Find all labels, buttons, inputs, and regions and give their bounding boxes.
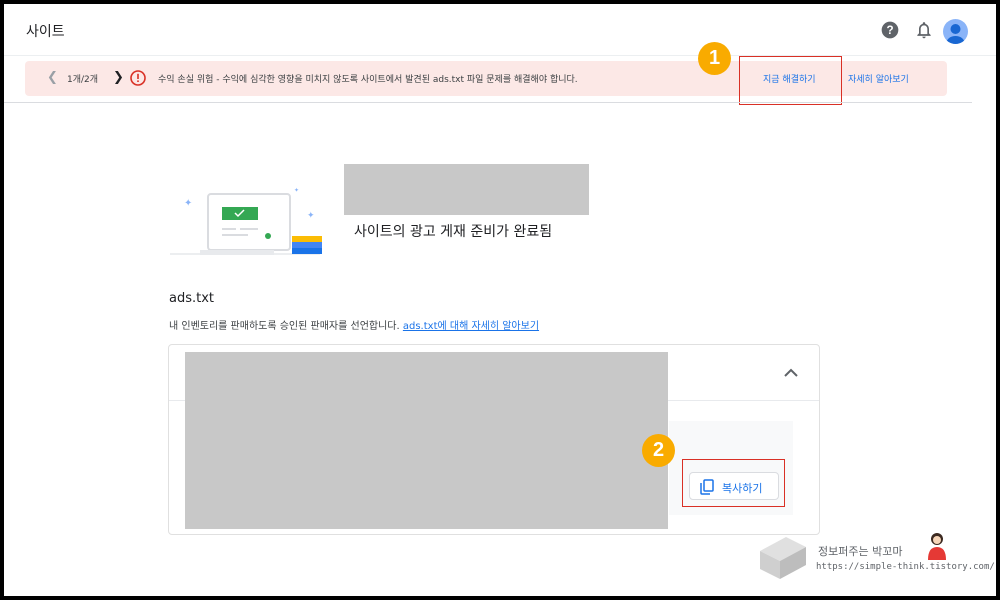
- next-alert-icon[interactable]: ❯: [113, 70, 124, 85]
- help-circle-icon[interactable]: ?: [880, 20, 900, 40]
- redacted-ads-txt-content: [185, 352, 668, 529]
- app-frame: 사이트 ? ❮ 1개/2개 ❯ 수익 손실 위험 - 수익에 심각한 영향을 미…: [4, 4, 996, 596]
- top-bar: 사이트 ?: [4, 4, 996, 56]
- alert-pager: 1개/2개: [67, 75, 99, 85]
- svg-text:?: ?: [886, 24, 893, 37]
- site-ready-illustration: ✦ ✦ ✦: [170, 187, 322, 255]
- alert-message: 수익 손실 위험 - 수익에 심각한 영향을 미치지 않도록 사이트에서 발견된…: [158, 75, 578, 85]
- learn-more-link[interactable]: 자세히 알아보기: [848, 72, 909, 85]
- highlight-box-fix-now: [739, 56, 842, 105]
- svg-text:✦: ✦: [184, 198, 192, 209]
- redacted-site-name: [344, 164, 589, 215]
- step-badge-2: 2: [642, 434, 675, 467]
- highlight-box-copy: [682, 459, 785, 507]
- error-icon: [130, 70, 146, 86]
- step-badge-1: 1: [698, 42, 731, 75]
- watermark-url: https://simple-think.tistory.com/: [816, 562, 995, 572]
- svg-text:✦: ✦: [294, 187, 299, 194]
- ads-txt-heading: ads.txt: [169, 291, 215, 306]
- prev-alert-icon[interactable]: ❮: [47, 70, 58, 85]
- watermark-name: 정보퍼주는 박꼬마: [818, 545, 903, 558]
- site-ready-status: 사이트의 광고 게재 준비가 완료됨: [354, 224, 553, 240]
- ads-txt-learn-more-link[interactable]: ads.txt에 대해 자세히 알아보기: [403, 321, 539, 332]
- chevron-up-icon[interactable]: [781, 363, 801, 383]
- ads-txt-description: 내 인벤토리를 판매하도록 승인된 판매자를 선언합니다. ads.txt에 대…: [169, 317, 539, 332]
- header-divider: [4, 102, 972, 103]
- page-title: 사이트: [26, 24, 65, 40]
- account-avatar-icon[interactable]: [943, 19, 968, 44]
- svg-text:✦: ✦: [307, 211, 315, 221]
- ads-txt-description-text: 내 인벤토리를 판매하도록 승인된 판매자를 선언합니다.: [169, 321, 400, 332]
- bell-icon[interactable]: [914, 20, 934, 40]
- person-avatar-icon: [928, 533, 946, 560]
- watermark-logo-icon: [760, 537, 806, 579]
